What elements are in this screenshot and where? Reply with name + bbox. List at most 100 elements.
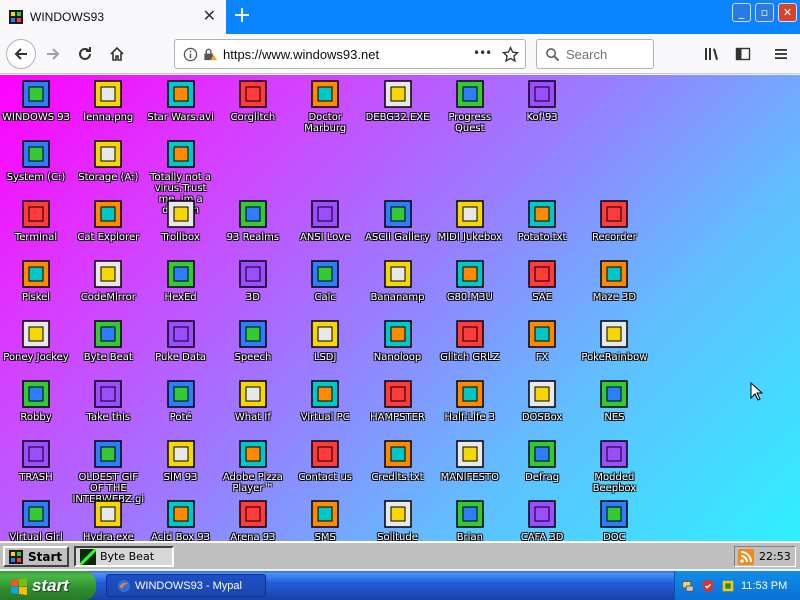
desktop-icon-cat-globe[interactable]: Cat Explorer [72, 198, 144, 258]
desktop-icon-smiley[interactable]: Acid Box 93 [145, 498, 217, 541]
desktop-icon-nes-console[interactable]: NES [578, 378, 650, 438]
desktop-icon-ansi-letter[interactable]: ANSI Love [289, 198, 361, 258]
desktop-icon-potato-small[interactable]: Poté [145, 378, 217, 438]
desktop-icon-owl[interactable]: HAMPSTER [362, 378, 434, 438]
info-icon[interactable] [183, 47, 198, 62]
desktop-icon-pixel-character[interactable]: Take this [72, 378, 144, 438]
desktop-icon-monitor-face[interactable]: DEBG32.EXE [362, 78, 434, 138]
update-tray-icon[interactable] [721, 579, 735, 593]
smiley-icon [166, 500, 195, 528]
reload-button[interactable] [70, 39, 100, 69]
desktop-icon-film-strip[interactable]: What If [217, 378, 289, 438]
menu-button[interactable] [766, 39, 796, 69]
desktop-icon-doom-face[interactable]: CAFA 3D [506, 498, 578, 541]
desktop-icon-label: Nanoloop [373, 352, 422, 363]
desktop-icon-green-ring[interactable]: Modded Beepbox [578, 438, 650, 498]
desktop-icon-label: Calc [314, 292, 336, 303]
desktop-icon-text-file[interactable]: Credits.txt [362, 438, 434, 498]
lock-warning-icon[interactable] [202, 47, 218, 62]
desktop-icon-pony[interactable]: Poney Jockey [0, 318, 72, 378]
desktop-icon-question-mark[interactable]: MANIFESTO [434, 438, 506, 498]
tab-close-icon[interactable]: ✕ [203, 8, 216, 24]
desktop-icon-fighter-portrait[interactable]: Kof'93 [506, 78, 578, 138]
xp-task-mypal[interactable]: WINDOWS93 - Mypal [106, 574, 266, 597]
desktop-icon-sms-console[interactable]: SMS [289, 498, 361, 541]
window-maximize-button[interactable]: ▫ [755, 3, 774, 22]
desktop-icon-potato[interactable]: Potato.txt [506, 198, 578, 258]
desktop-icon-spiky[interactable]: Brian [434, 498, 506, 541]
bookmark-star-icon[interactable] [502, 46, 519, 63]
desktop-icon-computer[interactable]: WINDOWS 93 [0, 78, 72, 138]
desktop-icon-doctor[interactable]: Doctor Marburg [289, 78, 361, 138]
home-button[interactable] [102, 39, 132, 69]
new-tab-button[interactable]: + [230, 3, 254, 31]
desktop-icon-maze[interactable]: Maze 3D [578, 258, 650, 318]
desktop-icon-pd[interactable]: Puke Data [145, 318, 217, 378]
desktop-icon-paint-palette[interactable]: Piskel [0, 258, 72, 318]
desktop-icon-gif-file[interactable]: OLDEST GIF OF THE INTERWEBZ.gif [72, 438, 144, 516]
desktop-icon-yoda[interactable]: Star Wars.avi [145, 78, 217, 138]
search-box[interactable]: Search [536, 39, 654, 69]
desktop-icon-knight[interactable]: 93 Realms [217, 198, 289, 258]
desktop-icon-stick-figure[interactable]: Robby [0, 378, 72, 438]
desktop-icon-hand-cursor[interactable]: CodeMirror [72, 258, 144, 318]
desktop-icon-bottle[interactable]: Solitude [362, 498, 434, 541]
desktop-icon-piano-keys[interactable]: MIDI Jukebox [434, 198, 506, 258]
rss-feed-icon[interactable] [738, 548, 754, 565]
computer-icon [22, 80, 50, 108]
desktop-icon-trash[interactable]: TRASH [0, 438, 72, 498]
desktop-icon-pizza[interactable]: Adobe Pizza Player™ [217, 438, 289, 498]
desktop-icon-corgi[interactable]: Corglitch [217, 78, 289, 138]
desktop-icon-teapot[interactable]: 3D [217, 258, 289, 318]
xp-taskbar: start WINDOWS93 - Mypal 11:53 PM [0, 571, 800, 600]
desktop-icon-wave-lines[interactable]: Nanoloop [362, 318, 434, 378]
desktop-icon-pokemon-group[interactable]: PokeRainbow [578, 318, 650, 378]
desktop-icon-microphone[interactable]: Recorder [578, 198, 650, 258]
back-button[interactable] [6, 39, 36, 69]
forward-button[interactable] [38, 39, 68, 69]
win93-task-bytebeat[interactable]: Byte Beat [74, 546, 174, 567]
desktop-icon-numbers[interactable]: ASCII Gallery [362, 198, 434, 258]
desktop-icon-audio-file[interactable]: G80.M3U [434, 258, 506, 318]
desktop-icon-calculator[interactable]: Calc [289, 258, 361, 318]
desktop-icon-face-portrait[interactable]: Virtual Girl [0, 498, 72, 541]
win93-start-button[interactable]: Start [3, 546, 69, 567]
desktop-icon-dosbox[interactable]: DOSBox [506, 378, 578, 438]
browser-tab[interactable]: WINDOWS93 ✕ [0, 0, 226, 34]
desktop-icon-gameboy[interactable]: LSDJ [289, 318, 361, 378]
desktop-icon-trollbox[interactable]: Trollbox [145, 198, 217, 258]
desktop-icon-terminal[interactable]: Terminal [0, 198, 72, 258]
desktop-icon-blue-cube[interactable]: HexEd [145, 258, 217, 318]
desktop-icon-hydra[interactable]: Hydra.exe [72, 498, 144, 541]
desktop-icon-dolphin[interactable]: Totally not a virus.Trust me..im a dolph… [145, 138, 217, 216]
address-bar[interactable]: https://www.windows93.net ••• [174, 39, 526, 69]
xp-start-button[interactable]: start [0, 571, 96, 600]
desktop-icon-amiga-ball[interactable]: SAE [506, 258, 578, 318]
desktop-icon-crossed-swords[interactable]: Progress Quest [434, 78, 506, 138]
desktop-icon-defrag[interactable]: Defrag [506, 438, 578, 498]
hard-drive-icon [22, 140, 50, 168]
network-tray-icon[interactable] [681, 579, 695, 593]
desktop-icon-bytebeat[interactable]: Byte Beat [72, 318, 144, 378]
desktop-icon-label: Defrag [525, 472, 560, 483]
desktop-icon-hard-drive[interactable]: System (C:) [0, 138, 72, 198]
bottle-icon [383, 500, 412, 528]
desktop-icon-drive-unit[interactable]: DOC [578, 498, 650, 541]
desktop-icon-image-file[interactable]: lenna.png [72, 78, 144, 138]
desktop-icon-contact-edit[interactable]: Contact us [289, 438, 361, 498]
desktop-icon-lips[interactable]: Glitch GRLZ [434, 318, 506, 378]
sidebar-toggle-button[interactable] [728, 39, 758, 69]
desktop-icon-color-cube[interactable]: Arena 93 [217, 498, 289, 541]
window-close-button[interactable]: ✕ [778, 3, 797, 22]
security-shield-tray-icon[interactable] [701, 579, 715, 593]
desktop-icon-banana[interactable]: Bananamp [362, 258, 434, 318]
desktop-icon-half-life[interactable]: Half-Life 3 [434, 378, 506, 438]
window-minimize-button[interactable]: _ [732, 3, 751, 22]
desktop-icon-atom[interactable]: FX [506, 318, 578, 378]
desktop-icon-speech-face[interactable]: Speech [217, 318, 289, 378]
page-actions-button[interactable]: ••• [473, 46, 492, 60]
desktop-icon-floppy-drive[interactable]: Storage (A:) [72, 138, 144, 198]
library-button[interactable] [696, 39, 726, 69]
desktop-icon-sim-document[interactable]: SIM 93 [145, 438, 217, 498]
desktop-icon-window-app[interactable]: Virtual PC [289, 378, 361, 438]
